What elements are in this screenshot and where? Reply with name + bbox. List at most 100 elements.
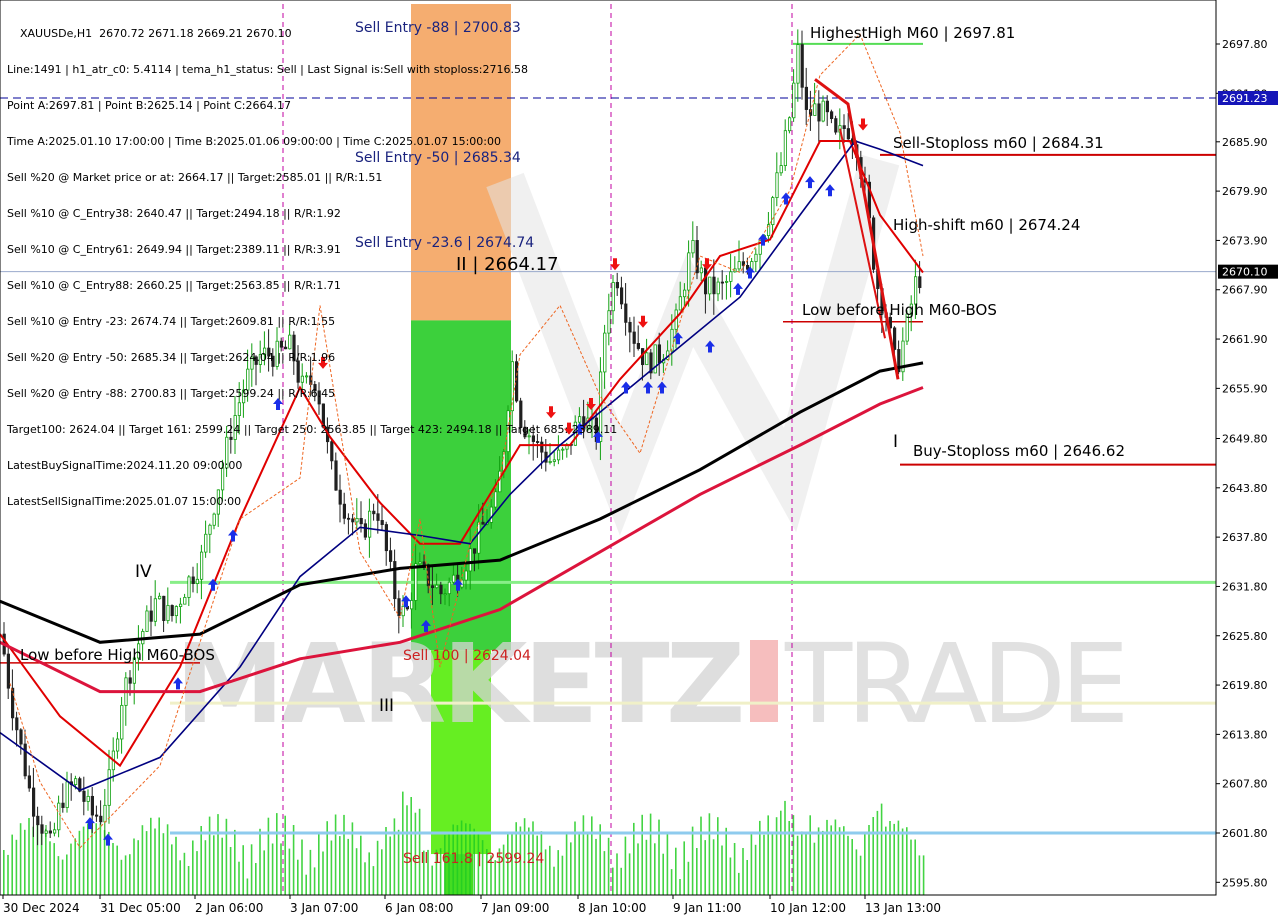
volume-bar [843,826,845,895]
candle-body [145,610,149,632]
volume-bar [292,825,295,895]
candle-body [817,103,821,122]
candle-body [754,253,758,262]
volume-bar [297,859,299,895]
volume-bar [775,817,778,895]
volume-bar [729,857,732,895]
candle-body [48,830,53,834]
volume-bar [851,839,853,895]
volume-bar [616,853,618,895]
volume-bar [276,813,278,895]
candle-body [670,328,674,352]
candle-body [27,775,32,789]
volume-bar [670,869,673,895]
y-tick-label: 2661.90 [1222,333,1268,346]
volume-bar [624,836,627,895]
candle-body [645,352,649,366]
volume-bar [74,838,76,895]
volume-bar [654,843,656,895]
volume-bar [158,817,160,895]
volume-bar [742,848,744,895]
volume-bar [784,800,786,895]
volume-bar [792,815,795,895]
volume-bar [691,826,694,895]
volume-bar [796,835,799,895]
candle-body [19,729,23,745]
candle-body [678,296,683,311]
y-tick-label: 2685.90 [1222,136,1268,149]
volume-bar [57,856,60,895]
volume-bar [767,815,769,895]
volume-bar [154,828,156,895]
volume-bar [645,839,648,895]
volume-bar [901,828,904,895]
volume-bar [255,863,257,895]
candle-body [195,578,199,584]
info-line: Sell %10 @ C_Entry61: 2649.94 || Target:… [7,243,341,256]
volume-bar [481,840,484,895]
candle-body [170,605,174,617]
volume-bar [372,866,375,895]
volume-bar [544,849,547,895]
x-tick-label: 13 Jan 13:00 [865,901,941,915]
candle-body [472,548,477,554]
x-tick-label: 8 Jan 10:00 [578,901,646,915]
candle-body [481,521,485,525]
volume-bar [813,842,816,895]
volume-bar [801,831,803,895]
volume-bar [658,819,660,895]
volume-bar [771,831,774,895]
volume-bar [628,853,631,895]
volume-bar [364,862,366,895]
candle-body [729,271,733,282]
volume-bar [28,818,30,895]
volume-bar [334,814,337,895]
volume-bar [834,819,837,895]
volume-bar [763,834,765,895]
volume-bar [553,866,555,895]
volume-bar [45,828,47,895]
volume-bar [53,843,55,895]
volume-bar [267,817,270,895]
candle-body [842,125,846,129]
volume-bar [368,852,370,895]
ohlc: 2670.72 2671.18 2669.21 2670.10 [99,27,292,40]
volume-bar [171,844,173,895]
candle-body [208,524,212,535]
volume-bar [19,823,22,895]
candle-body [74,778,78,785]
volume-bar [696,848,698,895]
volume-bar [649,813,652,895]
volume-bar [280,843,282,895]
volume-bar [238,861,240,895]
candle-body [86,795,90,802]
candle-body [36,815,40,826]
candle-body [6,653,10,689]
volume-bar [271,843,274,895]
candle-body [409,600,414,610]
info-line: Sell %10 @ C_Entry38: 2640.47 || Target:… [7,207,341,220]
volume-bar [355,848,358,895]
volume-bar [339,836,341,895]
current-price-tag-label: 2670.10 [1222,266,1268,279]
y-tick-label: 2697.80 [1222,38,1268,51]
candle-body [720,281,725,284]
volume-bar [129,854,131,895]
volume-bar [162,833,165,895]
volume-bar [225,818,228,895]
volume-bar [3,850,5,895]
volume-bar [557,850,559,895]
candle-body [107,769,111,806]
y-tick-label: 2643.80 [1222,482,1268,495]
candle-body [380,520,384,525]
volume-bar [805,834,807,895]
volume-bar [217,814,219,895]
volume-bar [733,843,736,895]
candle-body [464,570,468,581]
volume-bar [910,839,912,895]
volume-bar [746,860,748,895]
low-before-high-left-label: Low before High M60-BOS [20,646,215,664]
candle-body [10,687,15,719]
candle-body [204,533,208,553]
y-tick-label: 2619.80 [1222,679,1268,692]
